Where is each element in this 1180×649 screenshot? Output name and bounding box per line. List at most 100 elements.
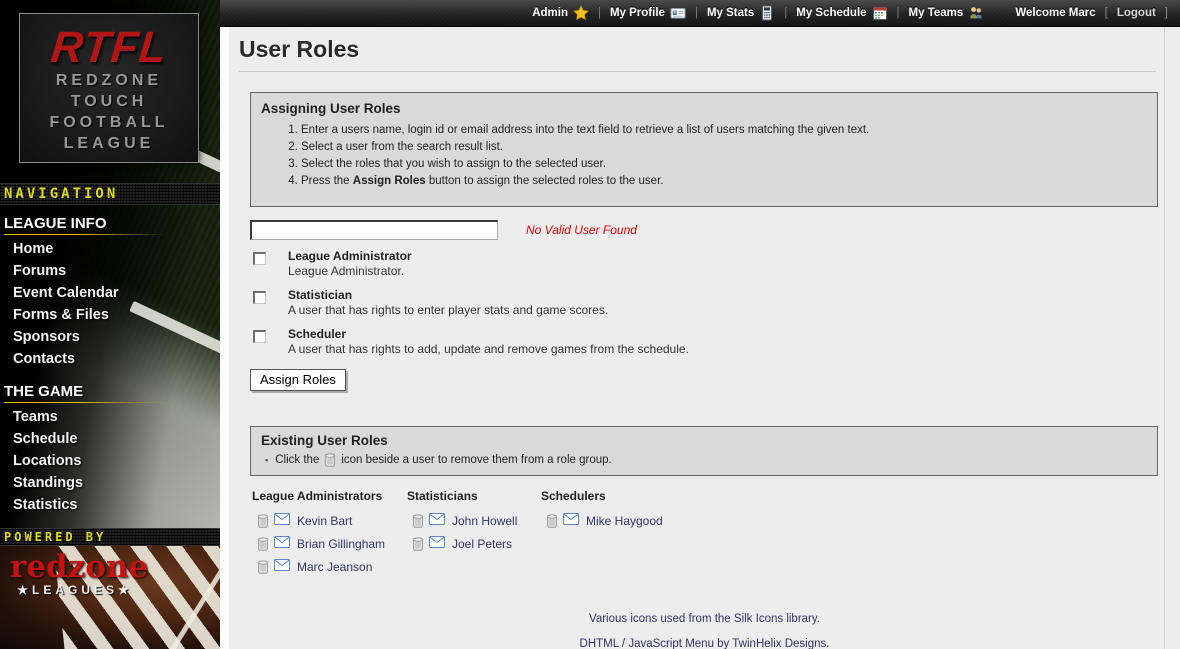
remove-user-icon[interactable] [257, 537, 269, 551]
javascript-menu-link[interactable]: JavaScript Menu [628, 638, 714, 649]
logo-line: REDZONE [20, 70, 198, 91]
role-option-statistician: Statistician A user that has rights to e… [253, 288, 1180, 318]
remove-user-icon[interactable] [257, 560, 269, 574]
my-teams-label: My Teams [909, 7, 964, 19]
remove-user-icon[interactable] [412, 537, 424, 551]
sidebar-item-teams[interactable]: Teams [0, 406, 220, 428]
my-stats-label: My Stats [707, 7, 754, 19]
sidebar: RTFL REDZONE TOUCH FOOTBALL LEAGUE NAVIG… [0, 0, 220, 649]
assign-roles-button[interactable]: Assign Roles [250, 369, 346, 391]
footer-text: by [714, 638, 732, 649]
user-row: Marc Jeanson [252, 555, 407, 578]
user-link[interactable]: Marc Jeanson [297, 560, 372, 574]
topbar-item-admin[interactable]: Admin [532, 5, 589, 21]
dhtml-link[interactable]: DHTML [580, 638, 619, 649]
email-icon[interactable] [274, 512, 290, 530]
instruction-step: Select a user from the search result lis… [301, 141, 1147, 154]
scheduler-checkbox[interactable] [253, 330, 266, 343]
sidebar-item-forms-files[interactable]: Forms & Files [0, 304, 220, 326]
my-schedule-label: My Schedule [796, 7, 866, 19]
sidebar-item-schedule[interactable]: Schedule [0, 428, 220, 450]
sidebar-item-locations[interactable]: Locations [0, 450, 220, 472]
page-footer: Various icons used from the Silk Icons l… [229, 613, 1180, 649]
role-description: A user that has rights to enter player s… [288, 303, 608, 318]
note-pre: Click the [275, 454, 319, 466]
email-icon[interactable] [563, 512, 579, 530]
content-right-edge [1164, 27, 1165, 649]
group-title: League Administrators [252, 489, 407, 503]
twinhelix-designs-link[interactable]: TwinHelix Designs [732, 638, 826, 649]
page-title: User Roles [239, 36, 1156, 63]
user-link[interactable]: Kevin Bart [297, 514, 352, 528]
logo-line: FOOTBALL [20, 112, 198, 133]
remove-user-icon[interactable] [546, 514, 558, 528]
assigning-user-roles-box: Assigning User Roles Enter a users name,… [250, 92, 1158, 207]
logo-line: TOUCH [20, 91, 198, 112]
assign-instructions: Enter a users name, login id or email ad… [283, 124, 1147, 188]
sidebar-item-home[interactable]: Home [0, 238, 220, 260]
email-icon[interactable] [429, 512, 445, 530]
step4-pre: Press the [301, 175, 353, 187]
group-league-administrators: League Administrators Kevin Bart Brian G… [252, 489, 407, 578]
role-text: Statistician A user that has rights to e… [288, 288, 608, 318]
existing-user-roles-box: Existing User Roles ▪ Click the icon bes… [250, 426, 1158, 476]
bullet: ▪ [265, 455, 268, 465]
logout-bracket: ] [1165, 7, 1168, 19]
user-row: Joel Peters [407, 532, 541, 555]
role-name: Scheduler [288, 327, 689, 342]
user-link[interactable]: Brian Gillingham [297, 537, 385, 551]
role-groups: League Administrators Kevin Bart Brian G… [252, 489, 1180, 578]
user-link[interactable]: Mike Haygood [586, 514, 663, 528]
user-link[interactable]: Joel Peters [452, 537, 512, 551]
statistician-checkbox[interactable] [253, 291, 266, 304]
redzone-logo-text: redzone [10, 551, 140, 583]
step4-button-name: Assign Roles [353, 175, 426, 187]
redzone-leagues-logo: redzone ★LEAGUES★ [10, 551, 140, 597]
calendar-icon [872, 5, 888, 21]
sidebar-item-contacts[interactable]: Contacts [0, 348, 220, 370]
email-icon[interactable] [429, 535, 445, 553]
topbar-item-my-profile[interactable]: My Profile [610, 5, 686, 21]
topbar-separator: | [598, 7, 601, 19]
user-search-input[interactable] [250, 220, 498, 240]
role-name: Statistician [288, 288, 608, 303]
sidebar-item-event-calendar[interactable]: Event Calendar [0, 282, 220, 304]
instruction-step: Select the roles that you wish to assign… [301, 158, 1147, 171]
role-text: League Administrator League Administrato… [288, 249, 412, 279]
sidebar-item-forums[interactable]: Forums [0, 260, 220, 282]
nav-section-league-info: LEAGUE INFO [0, 205, 220, 238]
user-link[interactable]: John Howell [452, 514, 517, 528]
logout-bracket: [ [1105, 7, 1108, 19]
remove-user-icon[interactable] [257, 514, 269, 528]
welcome-text: Welcome Marc [1015, 7, 1095, 19]
my-profile-label: My Profile [610, 7, 665, 19]
user-row: Kevin Bart [252, 509, 407, 532]
sidebar-item-statistics[interactable]: Statistics [0, 494, 220, 516]
star-icon [573, 5, 589, 21]
logout-button[interactable]: Logout [1117, 7, 1156, 19]
role-description: A user that has rights to add, update an… [288, 342, 689, 357]
email-icon[interactable] [274, 535, 290, 553]
note-post: icon beside a user to remove them from a… [341, 454, 611, 466]
topbar-item-my-teams[interactable]: My Teams [909, 5, 985, 21]
footer-line-menu: DHTML / JavaScript Menu by TwinHelix Des… [229, 638, 1180, 649]
page-header: User Roles [239, 36, 1156, 72]
remove-user-icon[interactable] [412, 514, 424, 528]
instruction-step: Enter a users name, login id or email ad… [301, 124, 1147, 137]
silk-icons-link[interactable]: Silk Icons [734, 613, 783, 625]
topbar-item-my-stats[interactable]: My Stats [707, 5, 775, 21]
group-statisticians: Statisticians John Howell Joel Peters [407, 489, 541, 578]
sidebar-item-sponsors[interactable]: Sponsors [0, 326, 220, 348]
sidebar-item-standings[interactable]: Standings [0, 472, 220, 494]
powered-by-banner: POWERED BY [0, 528, 220, 546]
main-content: User Roles Assigning User Roles Enter a … [220, 27, 1180, 649]
league-administrator-checkbox[interactable] [253, 252, 266, 265]
email-icon[interactable] [274, 558, 290, 576]
topbar-item-my-schedule[interactable]: My Schedule [796, 5, 887, 21]
footer-line-icons: Various icons used from the Silk Icons l… [229, 613, 1180, 625]
topbar: Admin | My Profile | My Stats | My Sched… [220, 0, 1180, 27]
footer-text: . [826, 638, 829, 649]
existing-box-title: Existing User Roles [261, 433, 1147, 448]
search-error-message: No Valid User Found [526, 223, 637, 237]
nav-section-the-game: THE GAME [0, 370, 220, 406]
